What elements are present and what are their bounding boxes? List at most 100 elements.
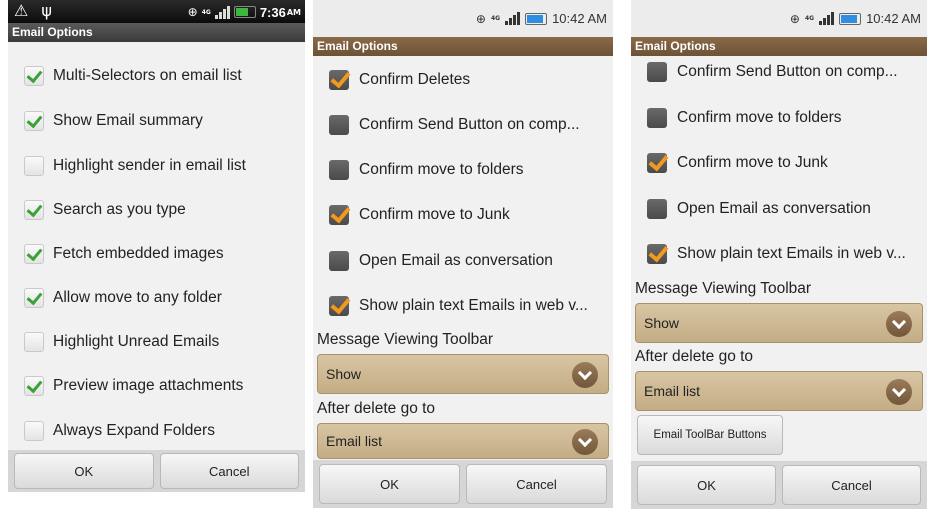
gps-icon: ⊕ (789, 11, 800, 26)
checkbox[interactable] (647, 108, 667, 128)
option-row[interactable]: Highlight Unread Emails (8, 320, 305, 364)
battery-icon (839, 12, 862, 25)
option-row[interactable]: Confirm Send Button on comp... (313, 103, 613, 147)
viewing-toolbar-caption: Message Viewing Toolbar (317, 331, 494, 348)
ok-button[interactable]: OK (14, 453, 154, 489)
option-label: Confirm move to folders (677, 109, 842, 126)
after-delete-caption: After delete go to (635, 348, 754, 365)
option-label: Confirm move to Junk (677, 154, 828, 171)
battery-icon (525, 12, 548, 25)
cancel-button[interactable]: Cancel (159, 453, 299, 489)
clock: 10:42 AM (552, 11, 607, 26)
option-label: Confirm move to folders (359, 161, 524, 178)
option-row[interactable]: Always Expand Folders (8, 409, 305, 453)
cancel-button[interactable]: Cancel (466, 464, 607, 504)
clock: 7:36 (259, 4, 286, 20)
checkbox[interactable] (647, 199, 667, 219)
checkbox[interactable] (647, 153, 667, 173)
option-row[interactable]: Allow move to any folder (8, 276, 305, 320)
option-row[interactable]: Open Email as conversation (631, 187, 927, 231)
screen-1: ⚠ ψ ⊕ 4G 7:36 AM Email Options Multi-Sel… (8, 0, 305, 492)
network-type: 4G (201, 8, 211, 16)
option-row[interactable]: Confirm move to Junk (631, 141, 927, 185)
status-bar: ⊕ 4G 10:42 AM (313, 0, 613, 37)
checkbox[interactable] (329, 160, 349, 180)
checkbox[interactable] (24, 200, 44, 220)
dialog-buttons: OK Cancel (8, 450, 305, 492)
clock-ampm: AM (286, 7, 301, 17)
checkbox[interactable] (24, 156, 44, 176)
option-label: Highlight sender in email list (53, 157, 246, 174)
checkbox[interactable] (329, 251, 349, 271)
option-label: Confirm Deletes (359, 71, 471, 88)
signal-icon (505, 12, 521, 25)
checkbox[interactable] (24, 376, 44, 396)
select-value: Email list (644, 383, 701, 399)
option-row[interactable]: Preview image attachments (8, 364, 305, 408)
checkbox[interactable] (647, 244, 667, 264)
viewing-toolbar-select[interactable]: Show (317, 354, 609, 394)
option-row[interactable]: Confirm Deletes (313, 58, 613, 102)
option-row[interactable]: Show Email summary (8, 99, 305, 143)
chevron-down-icon (886, 379, 912, 405)
screen-3: ⊕ 4G 10:42 AM Email Options Confirm Send… (631, 0, 927, 509)
after-delete-select[interactable]: Email list (635, 371, 923, 411)
option-row[interactable]: Search as you type (8, 188, 305, 232)
checkbox[interactable] (24, 332, 44, 352)
signal-icon (214, 5, 230, 19)
cancel-button[interactable]: Cancel (782, 465, 921, 505)
checkbox[interactable] (329, 205, 349, 225)
chevron-down-icon (886, 311, 912, 337)
checkbox[interactable] (24, 288, 44, 308)
option-label: Confirm Send Button on comp... (359, 116, 580, 133)
checkbox[interactable] (24, 111, 44, 131)
notification-icons: ⚠ ψ (14, 1, 56, 20)
status-bar: ⚠ ψ ⊕ 4G 7:36 AM (8, 0, 305, 23)
network-type: 4G (490, 15, 501, 22)
viewing-toolbar-select[interactable]: Show (635, 303, 923, 343)
dialog-buttons: OK Cancel (313, 460, 613, 508)
option-row[interactable]: Fetch embedded images (8, 232, 305, 276)
after-delete-select[interactable]: Email list (317, 423, 609, 459)
screen-2: ⊕ 4G 10:42 AM Email Options Confirm Dele… (313, 0, 613, 508)
status-bar: ⊕ 4G 10:42 AM (631, 0, 927, 37)
screen-title: Email Options (313, 37, 613, 56)
option-label: Highlight Unread Emails (53, 333, 220, 350)
checkbox[interactable] (24, 244, 44, 264)
select-value: Show (326, 366, 362, 382)
checkbox[interactable] (647, 62, 667, 82)
option-row[interactable]: Multi-Selectors on email list (8, 54, 305, 98)
option-label: Fetch embedded images (53, 245, 224, 262)
gps-icon: ⊕ (475, 11, 486, 26)
option-row[interactable]: Confirm Send Button on comp... (631, 50, 927, 94)
checkbox[interactable] (329, 115, 349, 135)
chevron-down-icon (572, 362, 598, 388)
option-row[interactable]: Show plain text Emails in web v... (313, 284, 613, 328)
ok-button[interactable]: OK (637, 465, 776, 505)
option-row[interactable]: Highlight sender in email list (8, 144, 305, 188)
chevron-down-icon (572, 429, 598, 455)
option-row[interactable]: Confirm move to folders (313, 148, 613, 192)
option-label: Show plain text Emails in web v... (677, 245, 906, 262)
option-row[interactable]: Confirm move to folders (631, 96, 927, 140)
checkbox[interactable] (24, 421, 44, 441)
option-label: Confirm Send Button on comp... (677, 63, 898, 80)
email-toolbar-buttons-button[interactable]: Email ToolBar Buttons (637, 415, 783, 455)
battery-icon (233, 6, 256, 18)
viewing-toolbar-caption: Message Viewing Toolbar (635, 280, 812, 297)
screen-title: Email Options (8, 23, 305, 42)
gps-icon: ⊕ (187, 5, 198, 19)
option-row[interactable]: Show plain text Emails in web v... (631, 232, 927, 276)
network-type: 4G (804, 15, 815, 22)
clock: 10:42 AM (866, 11, 921, 26)
checkbox[interactable] (329, 70, 349, 90)
option-row[interactable]: Open Email as conversation (313, 239, 613, 283)
checkbox[interactable] (329, 296, 349, 316)
signal-icon (819, 12, 835, 25)
option-label: Allow move to any folder (53, 289, 222, 306)
option-label: Open Email as conversation (359, 252, 553, 269)
option-label: Confirm move to Junk (359, 206, 510, 223)
ok-button[interactable]: OK (319, 464, 460, 504)
checkbox[interactable] (24, 66, 44, 86)
option-row[interactable]: Confirm move to Junk (313, 193, 613, 237)
